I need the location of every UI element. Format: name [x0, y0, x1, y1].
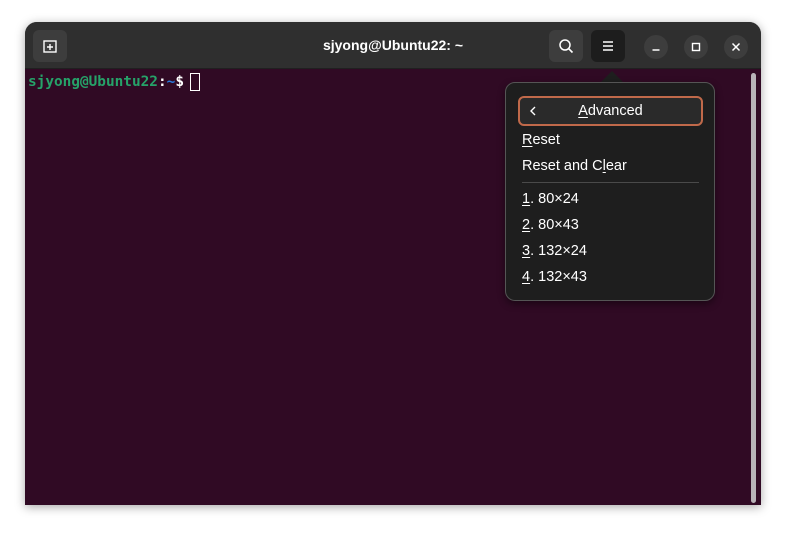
- text-cursor: [189, 73, 200, 91]
- menu-item-size-132x24[interactable]: 3. 132×24: [522, 241, 587, 261]
- menu-item-reset-and-clear[interactable]: Reset and Clear: [522, 156, 627, 176]
- advanced-menu-popover: Advanced Reset Reset and Clear 1. 80×24 …: [505, 82, 715, 301]
- advanced-back-button[interactable]: Advanced: [518, 96, 703, 126]
- menu-item-reset[interactable]: Reset: [522, 130, 560, 150]
- new-tab-button[interactable]: [33, 30, 67, 62]
- prompt-user-host: sjyong@Ubuntu22: [28, 74, 158, 90]
- minimize-icon: [652, 49, 660, 51]
- search-icon: [559, 39, 574, 54]
- menu-separator: [522, 182, 699, 183]
- menu-item-size-80x43[interactable]: 2. 80×43: [522, 215, 579, 235]
- main-menu-button[interactable]: [591, 30, 625, 62]
- shell-prompt: sjyong@Ubuntu22:~$: [28, 73, 200, 91]
- prompt-path: ~: [166, 74, 176, 90]
- advanced-label: Advanced: [578, 103, 643, 119]
- minimize-button[interactable]: [644, 35, 668, 59]
- scrollbar[interactable]: [751, 73, 756, 503]
- maximize-button[interactable]: [684, 35, 708, 59]
- menu-item-size-132x43[interactable]: 4. 132×43: [522, 267, 587, 287]
- prompt-colon: :: [157, 74, 167, 90]
- close-button[interactable]: [724, 35, 748, 59]
- new-tab-icon: [43, 40, 57, 53]
- hamburger-menu-icon: [603, 41, 613, 51]
- close-icon: [731, 42, 741, 52]
- menu-item-size-80x24[interactable]: 1. 80×24: [522, 189, 579, 209]
- search-button[interactable]: [549, 30, 583, 62]
- maximize-icon: [691, 42, 701, 52]
- header-bar: sjyong@Ubuntu22: ~: [25, 22, 761, 69]
- prompt-symbol: $: [175, 74, 184, 90]
